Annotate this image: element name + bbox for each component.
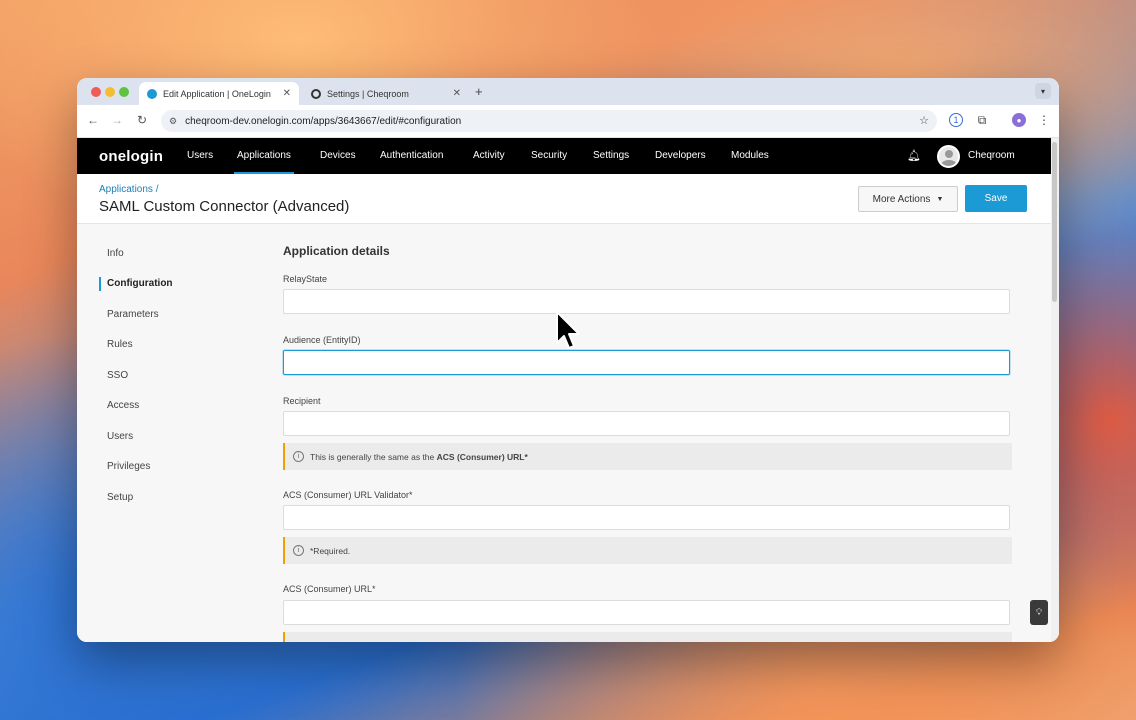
save-button[interactable]: Save (965, 185, 1027, 212)
address-bar[interactable]: ⚙ cheqroom-dev.onelogin.com/apps/3643667… (161, 110, 937, 132)
onelogin-logo[interactable]: onelogin (99, 148, 163, 165)
new-tab-button[interactable]: + (475, 84, 483, 99)
nav-modules[interactable]: Modules (731, 150, 769, 161)
acs-validator-label: ACS (Consumer) URL Validator* (283, 490, 413, 500)
caret-down-icon: ▼ (936, 195, 944, 203)
info-icon: i (293, 451, 304, 462)
sidebar-item-info[interactable]: Info (99, 247, 124, 261)
nav-activity[interactable]: Activity (473, 150, 505, 161)
hint-text: *Required. (310, 545, 351, 556)
sidebar-item-setup[interactable]: Setup (99, 491, 133, 505)
maximize-window-button[interactable] (119, 87, 129, 97)
onelogin-favicon-icon (147, 88, 157, 99)
nav-developers[interactable]: Developers (655, 150, 706, 161)
recipient-input[interactable] (283, 411, 1010, 436)
relaystate-input[interactable] (283, 289, 1010, 314)
acs-validator-input[interactable] (283, 505, 1010, 530)
relaystate-label: RelayState (283, 274, 328, 284)
browser-window: Edit Application | OneLogin ✕ Settings |… (77, 78, 1059, 642)
help-lightbulb-icon[interactable]: 💡︎ (1030, 600, 1048, 625)
sidebar-item-privileges[interactable]: Privileges (99, 460, 150, 474)
acs-url-input[interactable] (283, 600, 1010, 625)
extensions-puzzle-icon[interactable]: ⧉ (975, 113, 989, 127)
mouse-cursor-icon (556, 311, 580, 349)
breadcrumb-applications[interactable]: Applications / (99, 184, 158, 195)
nav-applications[interactable]: Applications (234, 150, 294, 174)
browser-toolbar: ← → ↻ ⚙ cheqroom-dev.onelogin.com/apps/3… (77, 105, 1059, 138)
nav-settings[interactable]: Settings (593, 150, 629, 161)
info-icon: i (293, 545, 304, 556)
tab-title: Edit Application | OneLogin (163, 88, 271, 99)
forward-icon[interactable]: → (109, 113, 125, 127)
close-tab-icon[interactable]: ✕ (453, 88, 461, 99)
hint-text: This is generally the same as the (310, 451, 435, 462)
browser-menu-icon[interactable]: ⋮ (1037, 113, 1051, 127)
recipient-label: Recipient (283, 396, 321, 406)
page-title: SAML Custom Connector (Advanced) (99, 198, 350, 215)
sidebar-item-configuration[interactable]: Configuration (99, 277, 173, 291)
more-actions-button[interactable]: More Actions ▼ (858, 186, 958, 212)
onelogin-app: onelogin Users Applications Devices Auth… (77, 138, 1059, 642)
password-extension-icon[interactable]: 1 (949, 113, 963, 127)
sidebar-item-sso[interactable]: SSO (99, 369, 128, 383)
more-actions-label: More Actions (872, 193, 931, 205)
top-navigation: onelogin Users Applications Devices Auth… (77, 138, 1051, 174)
page-header: Applications / SAML Custom Connector (Ad… (77, 174, 1051, 224)
back-icon[interactable]: ← (85, 113, 101, 127)
section-title: Application details (283, 244, 390, 258)
close-tab-icon[interactable]: ✕ (283, 88, 291, 99)
cheqroom-favicon-icon (311, 88, 321, 99)
acs-url-hint (283, 632, 1012, 642)
tab-bar: Edit Application | OneLogin ✕ Settings |… (77, 78, 1059, 105)
sidebar-item-parameters[interactable]: Parameters (99, 308, 159, 322)
bookmark-star-icon[interactable]: ☆ (919, 114, 929, 127)
hint-bold-text: ACS (Consumer) URL* (436, 451, 528, 462)
tab-settings-cheqroom[interactable]: Settings | Cheqroom ✕ (303, 82, 469, 105)
account-name[interactable]: Cheqroom (968, 150, 1015, 161)
audience-input[interactable] (283, 350, 1010, 375)
site-settings-icon[interactable]: ⚙ (169, 116, 177, 127)
profile-avatar-icon[interactable]: ● (1012, 113, 1026, 127)
scrollbar-thumb[interactable] (1052, 142, 1057, 302)
notifications-bell-icon[interactable]: 🔔︎ (907, 149, 921, 162)
acs-validator-hint: i *Required. (283, 537, 1012, 564)
nav-users[interactable]: Users (187, 150, 213, 161)
sidebar-item-users[interactable]: Users (99, 430, 133, 444)
minimize-window-button[interactable] (105, 87, 115, 97)
tab-title: Settings | Cheqroom (327, 88, 409, 99)
nav-security[interactable]: Security (531, 150, 567, 161)
page-body: Info Configuration Parameters Rules SSO … (77, 224, 1051, 642)
reload-icon[interactable]: ↻ (134, 113, 150, 127)
acs-url-label: ACS (Consumer) URL* (283, 584, 376, 594)
tab-edit-application[interactable]: Edit Application | OneLogin ✕ (139, 82, 299, 105)
tab-search-icon[interactable]: ▾ (1035, 83, 1051, 99)
audience-label: Audience (EntityID) (283, 335, 361, 345)
recipient-hint: i This is generally the same as the ACS … (283, 443, 1012, 470)
nav-devices[interactable]: Devices (320, 150, 356, 161)
close-window-button[interactable] (91, 87, 101, 97)
sidebar-item-rules[interactable]: Rules (99, 338, 133, 352)
sidebar-item-access[interactable]: Access (99, 399, 139, 413)
user-avatar[interactable] (937, 145, 960, 168)
nav-authentication[interactable]: Authentication (380, 150, 443, 161)
url-text: cheqroom-dev.onelogin.com/apps/3643667/e… (185, 115, 462, 127)
